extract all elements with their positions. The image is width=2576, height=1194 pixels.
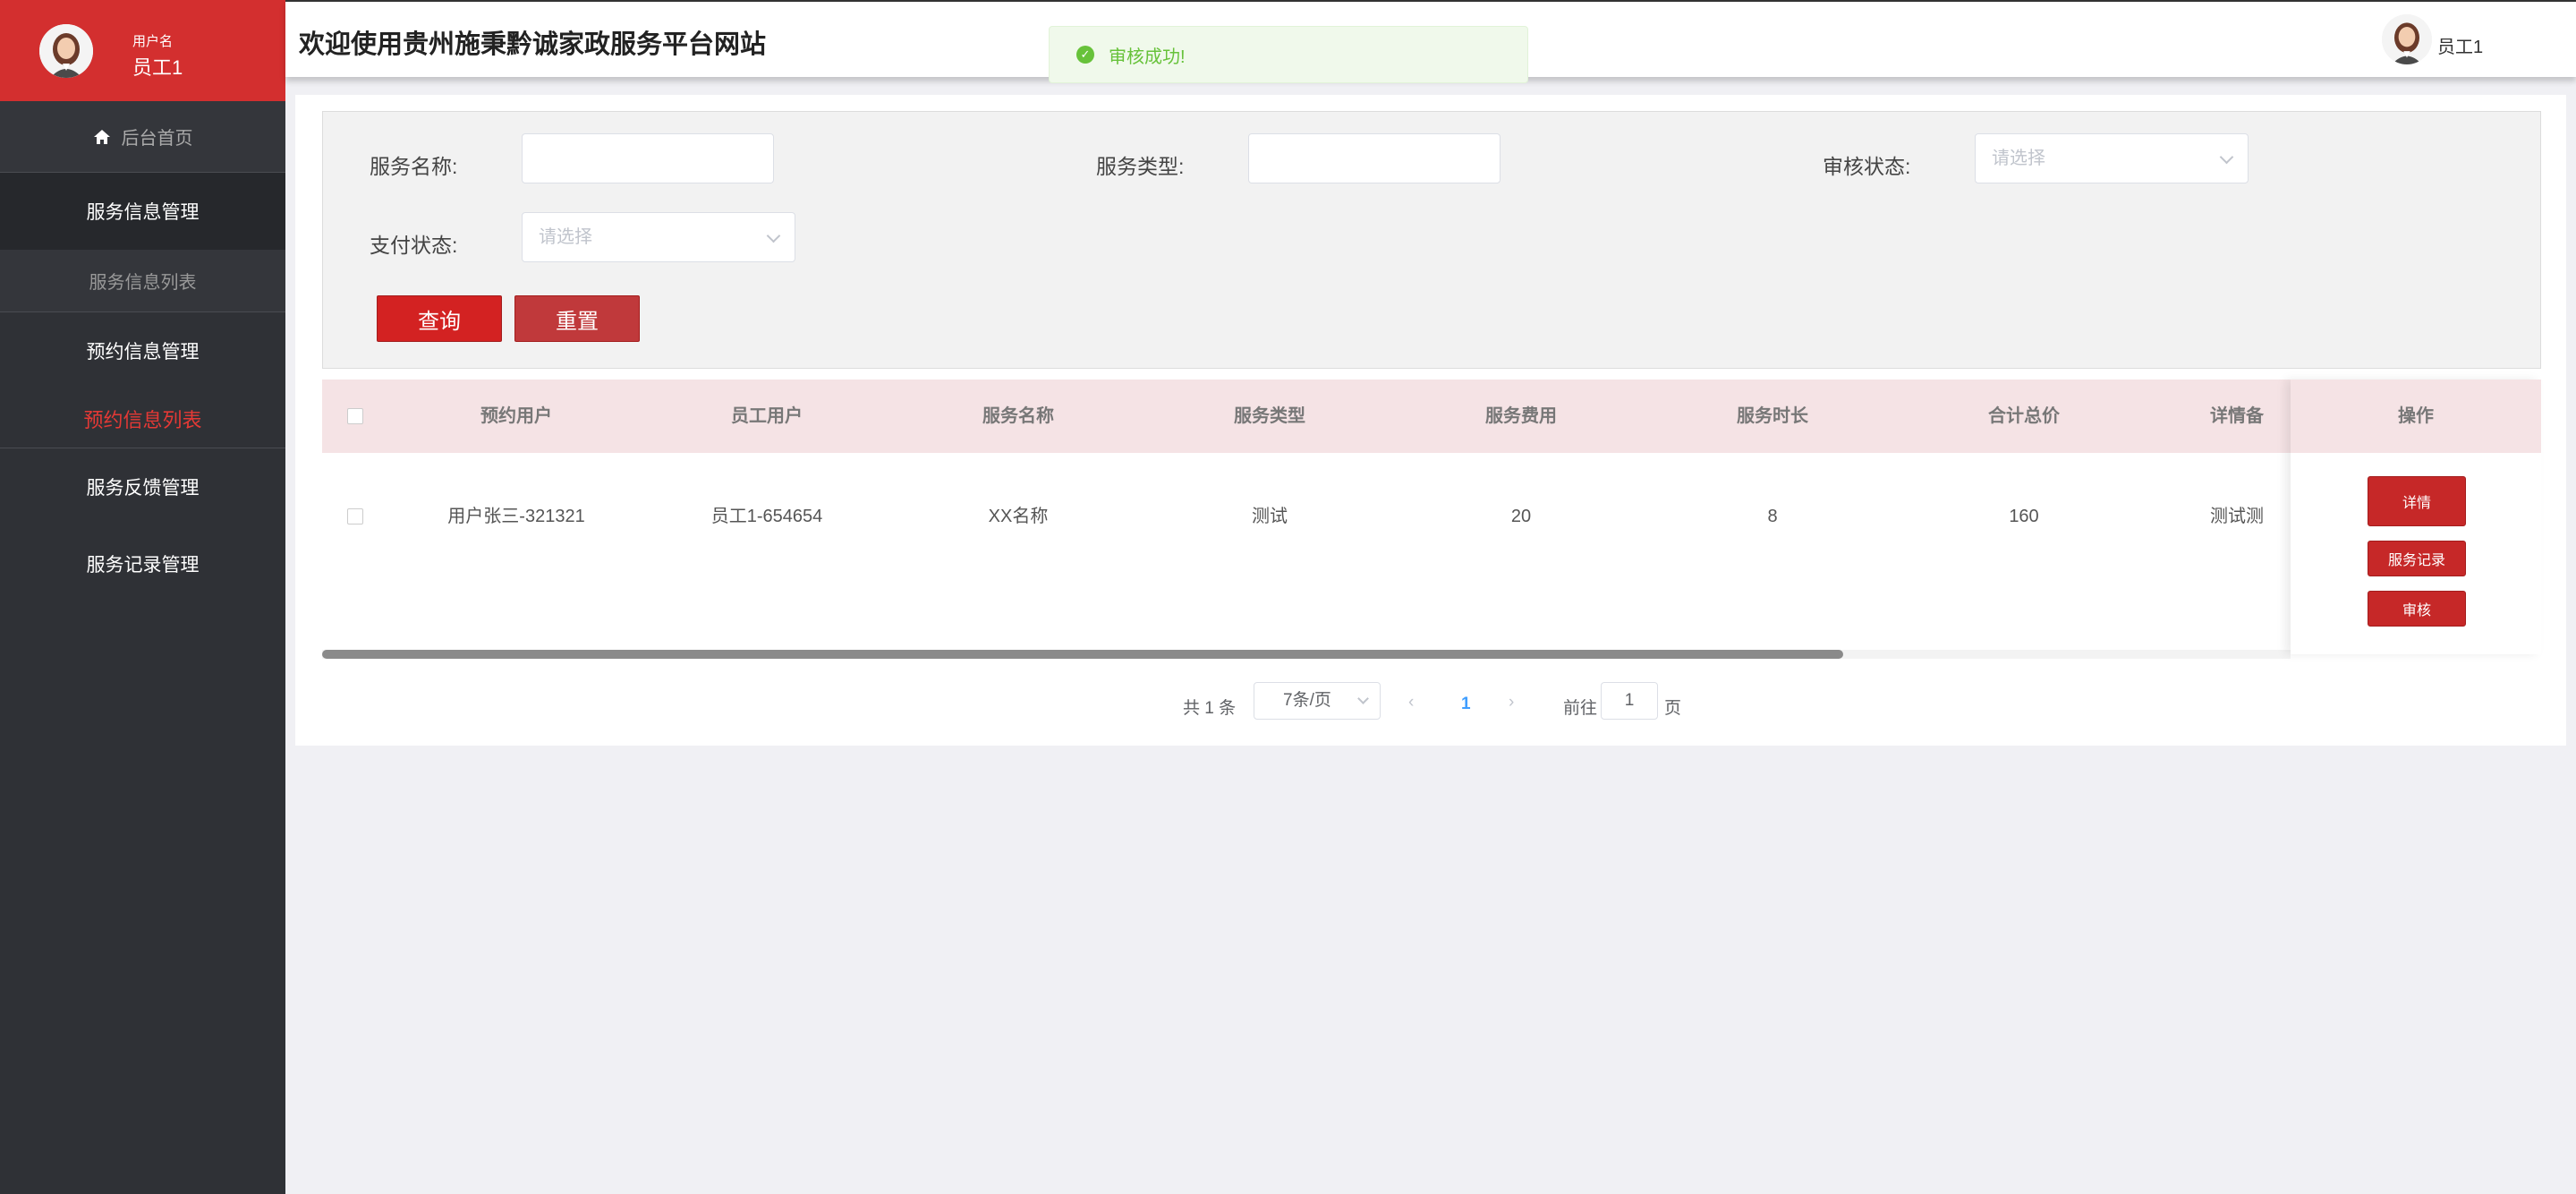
- actions-column: 操作 详情 服务记录 审核: [2291, 380, 2541, 654]
- chevron-down-icon: [1357, 693, 1369, 704]
- column-header: 服务名称: [982, 406, 1054, 426]
- sidebar-group-label: 服务反馈管理: [86, 478, 200, 499]
- column-header: 服务时长: [1737, 406, 1808, 426]
- sidebar-group-service-info[interactable]: 服务信息管理: [0, 173, 285, 250]
- header-avatar[interactable]: [2382, 14, 2432, 64]
- page-size-value: 7条/页: [1283, 691, 1331, 710]
- header-user-name[interactable]: 员工1: [2437, 32, 2483, 58]
- sidebar-item-home[interactable]: 后台首页: [0, 101, 285, 173]
- page-title: 欢迎使用贵州施秉黔诚家政服务平台网站: [299, 30, 767, 59]
- sidebar-group-booking-info[interactable]: 预约信息管理: [0, 312, 285, 389]
- column-header: 服务类型: [1234, 406, 1305, 426]
- audit-status-placeholder: 请选择: [1992, 149, 2045, 168]
- check-circle-icon: ✓: [1076, 46, 1094, 64]
- page-number[interactable]: 1: [1461, 695, 1471, 714]
- service-fee-cell: 20: [1510, 507, 1532, 526]
- sidebar-group-label: 服务记录管理: [86, 555, 200, 576]
- main-content: 服务名称: 服务类型: 审核状态: 请选择 支付状态: 请选择 查询 重置 预约…: [295, 95, 2566, 746]
- service-type-label: 服务类型:: [1096, 155, 1185, 178]
- sidebar-item-service-list[interactable]: 服务信息列表: [0, 250, 285, 312]
- user-avatar: [39, 24, 93, 78]
- column-header: 预约用户: [480, 406, 552, 426]
- reset-button[interactable]: 重置: [514, 295, 640, 342]
- avatar-icon: [2382, 14, 2432, 64]
- sidebar-group-label: 预约信息管理: [86, 342, 200, 362]
- query-button[interactable]: 查询: [377, 295, 502, 342]
- column-header: 服务费用: [1485, 406, 1557, 426]
- toast-message: 审核成功!: [1109, 47, 1186, 67]
- pay-status-select[interactable]: 请选择: [522, 212, 795, 262]
- service-record-button[interactable]: 服务记录: [2368, 541, 2466, 576]
- booking-user-cell: 用户张三-321321: [447, 507, 585, 526]
- sidebar-group-feedback[interactable]: 服务反馈管理: [0, 448, 285, 525]
- total-price-cell: 160: [2009, 507, 2039, 526]
- table-header: 预约用户 员工用户 服务名称 服务类型 服务费用 服务时长 合计总价 详情备: [322, 380, 2541, 453]
- service-name-input[interactable]: [522, 133, 774, 183]
- sidebar-item-label: 预约信息列表: [83, 408, 202, 431]
- pagination-total: 共 1 条: [1183, 699, 1237, 718]
- page-unit-label: 页: [1664, 699, 1682, 718]
- sidebar-item-label: 服务信息列表: [89, 273, 197, 293]
- service-type-cell: 测试: [1252, 507, 1288, 526]
- column-header: 合计总价: [1988, 406, 2060, 426]
- next-page-icon[interactable]: ›: [1509, 693, 1514, 712]
- column-header-actions: 操作: [2291, 380, 2541, 453]
- service-name-label: 服务名称:: [370, 155, 458, 178]
- sidebar-item-booking-list[interactable]: 预约信息列表: [0, 389, 285, 448]
- sidebar-item-home-label: 后台首页: [121, 129, 193, 149]
- staff-user-cell: 员工1-654654: [710, 507, 823, 526]
- page-size-select[interactable]: 7条/页: [1254, 682, 1381, 720]
- select-all-checkbox[interactable]: [347, 408, 363, 424]
- user-name: 员工1: [132, 56, 183, 79]
- goto-label: 前往: [1563, 699, 1598, 718]
- audit-status-label: 审核状态:: [1823, 155, 1911, 178]
- sidebar-user-panel: 用户名 员工1: [0, 0, 285, 101]
- pay-status-label: 支付状态:: [370, 234, 458, 257]
- detail-button[interactable]: 详情: [2368, 476, 2466, 526]
- service-duration-cell: 8: [1767, 507, 1778, 526]
- goto-page-input[interactable]: 1: [1601, 682, 1658, 720]
- chevron-down-icon: [2219, 149, 2234, 165]
- sidebar-group-label: 服务信息管理: [86, 202, 200, 223]
- pay-status-placeholder: 请选择: [539, 227, 592, 247]
- horizontal-scrollbar-thumb[interactable]: [322, 650, 1843, 659]
- success-toast: ✓ 审核成功!: [1049, 26, 1528, 83]
- audit-button[interactable]: 审核: [2368, 591, 2466, 627]
- column-header: 员工用户: [731, 406, 803, 426]
- chevron-down-icon: [766, 228, 781, 243]
- search-filter-panel: 服务名称: 服务类型: 审核状态: 请选择 支付状态: 请选择 查询 重置: [322, 111, 2541, 369]
- service-type-input[interactable]: [1248, 133, 1501, 183]
- service-name-cell: XX名称: [988, 507, 1049, 526]
- user-role-label: 用户名: [132, 34, 174, 49]
- home-icon: [93, 129, 110, 144]
- audit-status-select[interactable]: 请选择: [1975, 133, 2249, 183]
- row-checkbox[interactable]: [347, 508, 363, 525]
- sidebar: 用户名 员工1 后台首页 服务信息管理 服务信息列表 预约信息管理 预约信息列表…: [0, 0, 285, 1194]
- booking-table: 预约用户 员工用户 服务名称 服务类型 服务费用 服务时长 合计总价 详情备 用…: [322, 380, 2541, 659]
- avatar-icon: [39, 24, 93, 78]
- sidebar-group-service-record[interactable]: 服务记录管理: [0, 525, 285, 602]
- pagination: 共 1 条 7条/页 ‹ 1 › 前往 1 页: [295, 682, 2566, 721]
- prev-page-icon[interactable]: ‹: [1408, 693, 1414, 712]
